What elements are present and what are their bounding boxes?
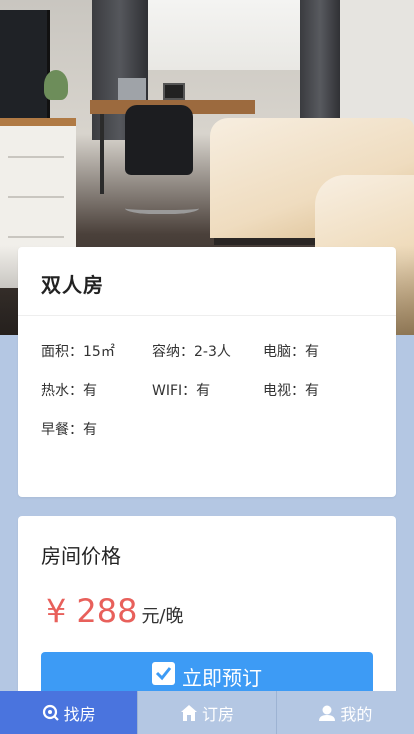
price-amount: 288: [76, 592, 138, 630]
amenity-area: 面积：15㎡: [41, 344, 115, 360]
home-icon: [180, 704, 198, 722]
nav-label-mine: 我的: [340, 704, 373, 724]
search-icon: [42, 704, 60, 722]
amenity-breakfast: 早餐：有: [41, 422, 97, 438]
amenity-capacity: 容纳：2-3人: [152, 344, 231, 360]
nav-item-mine[interactable]: 我的: [276, 691, 414, 734]
amenity-tv: 电视：有: [263, 383, 319, 399]
nav-label-book: 订房: [201, 704, 234, 724]
amenity-computer: 电脑：有: [263, 344, 319, 360]
nav-item-book[interactable]: 订房: [138, 691, 277, 734]
check-icon: [152, 662, 175, 685]
nav-item-find[interactable]: 找房: [0, 691, 139, 734]
book-now-label: 立即预订: [182, 666, 262, 690]
price-row: ¥ 288 元/晚: [46, 592, 184, 630]
price-title: 房间价格: [41, 544, 121, 568]
price-unit: 元/晚: [141, 606, 184, 627]
amenity-hot-water: 热水：有: [41, 383, 97, 399]
price-currency: ¥: [46, 592, 67, 630]
room-title: 双人房: [41, 273, 104, 297]
room-info-card: 双人房 面积：15㎡ 容纳：2-3人 电脑：有 热水：有 WIFI：有 电视：有…: [18, 247, 396, 497]
bottom-nav: 找房 订房 我的: [0, 691, 414, 734]
room-title-row: 双人房: [18, 247, 396, 316]
user-icon: [318, 704, 336, 722]
nav-label-find: 找房: [63, 704, 96, 724]
amenity-wifi: WIFI：有: [152, 383, 211, 399]
